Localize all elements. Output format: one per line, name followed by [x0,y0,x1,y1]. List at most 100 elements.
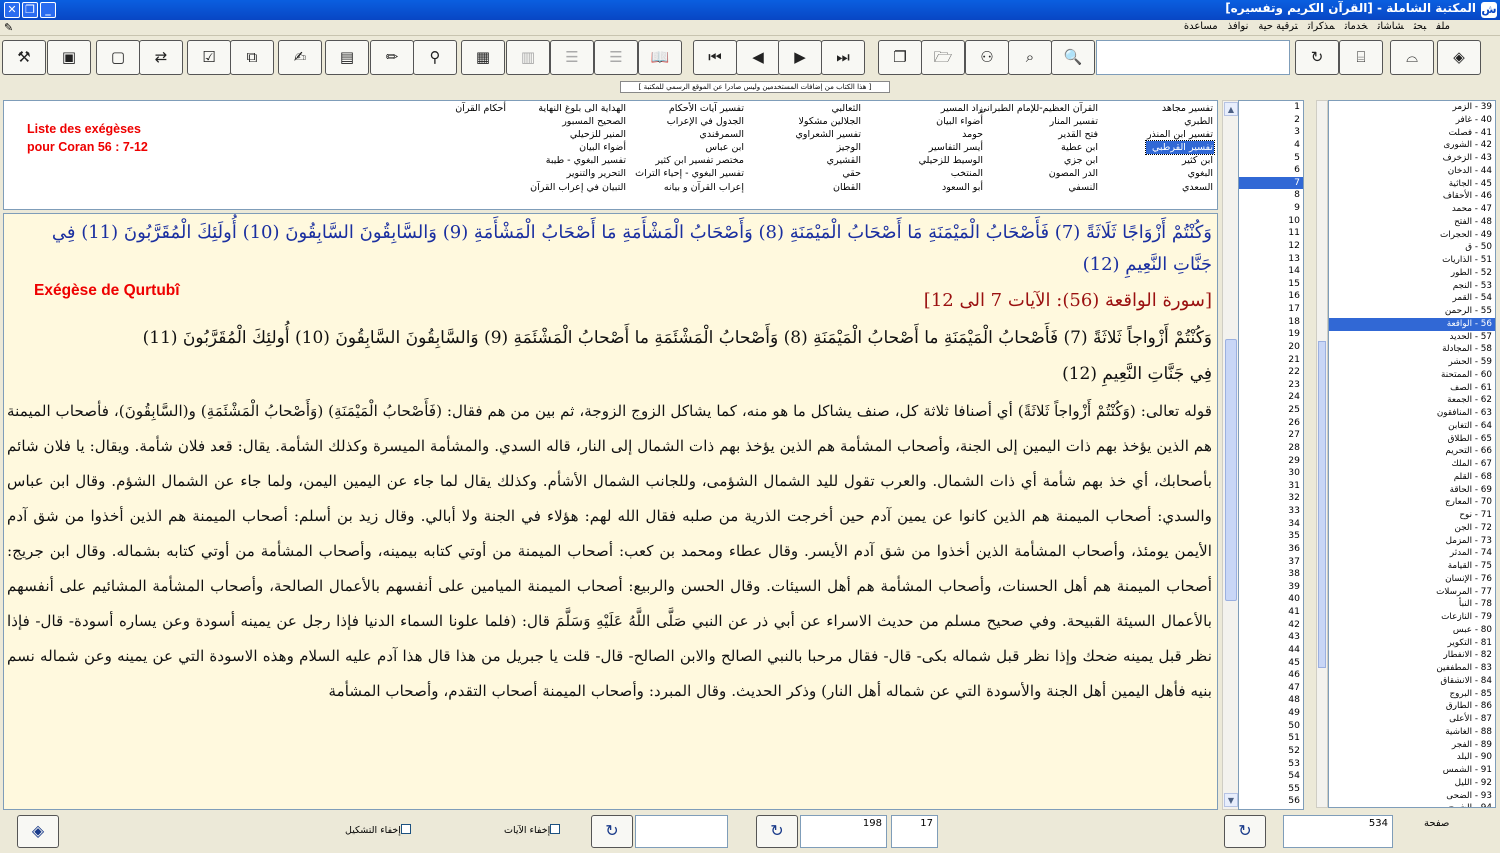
page-item[interactable]: 52 [1239,745,1303,758]
tools-icon[interactable]: ⚒ [2,40,46,75]
scroll-down-icon[interactable]: ▼ [1224,793,1238,807]
tafsir-item[interactable]: المنير للزحيلي [529,128,627,141]
sura-item[interactable]: 84 - الانشقاق [1329,675,1495,688]
pencil-icon[interactable]: ✏ [370,40,414,75]
sura-item[interactable]: 82 - الانفطار [1329,649,1495,662]
sura-item[interactable]: 72 - الجن [1329,522,1495,535]
tafsir-item[interactable]: الهداية الى بلوغ النهاية [529,102,627,115]
page-item[interactable]: 18 [1239,316,1303,329]
tafsir-item[interactable]: أحكام القرآن [454,102,507,115]
tafsir-item[interactable]: تفسير البغوي - طيبة [529,154,627,167]
tafsir-item[interactable]: الوسيط للزحيلي [918,154,984,167]
tafsir-item[interactable]: مختصر تفسير ابن كثير [634,154,745,167]
tafsir-item[interactable]: تفسير ابن المنذر [1146,128,1214,141]
tafsir-item[interactable]: حومد [918,128,984,141]
sura-item[interactable]: 63 - المنافقون [1329,407,1495,420]
sura-item[interactable]: 69 - الحاقة [1329,484,1495,497]
sura-item[interactable]: 44 - الدخان [1329,165,1495,178]
sura-item[interactable]: 58 - المجادلة [1329,343,1495,356]
page-item[interactable]: 9 [1239,202,1303,215]
book-closed-icon[interactable]: ◈ [1437,40,1481,75]
tafsir-item[interactable]: تفسير البغوي - إحياء التراث [634,167,745,180]
page-item[interactable]: 24 [1239,391,1303,404]
tafsir-item[interactable]: أبو السعود [918,181,984,194]
menu-item[interactable]: نوافذ [1228,21,1249,32]
checkbox-box[interactable] [550,824,561,834]
sura-item[interactable]: 41 - فصلت [1329,127,1495,140]
sura-item[interactable]: 54 - القمر [1329,292,1495,305]
page-item[interactable]: 16 [1239,290,1303,303]
page-item[interactable]: 47 [1239,682,1303,695]
menu-item[interactable]: ترقية حية [1258,21,1297,32]
sura-item[interactable]: 42 - الشورى [1329,139,1495,152]
tafsir-item[interactable]: التبيان في إعراب القرآن [529,181,627,194]
search-go-icon[interactable]: ↻ [1295,40,1339,75]
document-edit-icon[interactable]: ✍ [278,40,322,75]
sura-item[interactable]: 78 - النبأ [1329,598,1495,611]
checkbox-box[interactable] [400,824,411,834]
tafsir-item[interactable]: إعراب القرآن و بيانه [634,181,745,194]
refresh-button[interactable]: ↻ [591,815,633,848]
sura-item[interactable]: 76 - الإنسان [1329,573,1495,586]
sura-item[interactable]: 49 - الحجرات [1329,229,1495,242]
sura-item[interactable]: 66 - التحريم [1329,445,1495,458]
new-page-icon[interactable]: ▢ [96,40,140,75]
page-item[interactable]: 4 [1239,139,1303,152]
copy-icon[interactable]: ⧉ [230,40,274,75]
page-item[interactable]: 33 [1239,505,1303,518]
binoculars-icon[interactable]: ⚇ [965,40,1009,75]
tafsir-item[interactable]: ابن جزي [978,154,1099,167]
page-item[interactable]: 15 [1239,278,1303,291]
sura-item[interactable]: 86 - الطارق [1329,700,1495,713]
goto-part-button[interactable]: ↻ [756,815,798,848]
toolbar-search-input[interactable] [1096,40,1290,75]
tafsir-item[interactable]: أضواء البيان [918,115,984,128]
page-item[interactable]: 2 [1239,114,1303,127]
tafsir-item[interactable]: تفسير الشعراوي [794,128,862,141]
book-search-icon[interactable]: ⌕ [1008,40,1052,75]
folder-open-icon[interactable]: 🗁 [921,40,965,75]
page-item[interactable]: 30 [1239,467,1303,480]
goto-page-button[interactable]: ↻ [1224,815,1266,848]
menu-item[interactable]: ملف [1436,21,1450,32]
sura-item[interactable]: 45 - الجاثية [1329,178,1495,191]
close-icon[interactable]: ✕ [4,2,20,18]
tafsir-item[interactable]: القرآن العظيم-للإمام الطبراني [978,102,1099,115]
page-item[interactable]: 45 [1239,657,1303,670]
page-item[interactable]: 10 [1239,215,1303,228]
sura-item[interactable]: 60 - الممتحنة [1329,369,1495,382]
page-item[interactable]: 11 [1239,227,1303,240]
sura-item[interactable]: 47 - محمد [1329,203,1495,216]
previous-page-icon[interactable]: ◀ [736,40,780,75]
suras-list[interactable]: 39 - الزمر 40 - غافر 41 - فصلت 42 - الشورى 4… [1328,100,1496,808]
page-item[interactable]: 51 [1239,732,1303,745]
tafsir-item[interactable]: القشيري [794,154,862,167]
sura-item[interactable]: 53 - النجم [1329,280,1495,293]
tafsir-item[interactable]: القطان [794,181,862,194]
tafsir-item[interactable]: ابن عطية [978,141,1099,154]
scroll-thumb[interactable] [1318,341,1326,668]
sura-item[interactable]: 93 - الضحى [1329,790,1495,803]
book-open-icon[interactable]: ⌓ [1390,40,1434,75]
pen-icon[interactable]: ✎ [4,21,13,34]
page-item[interactable]: 26 [1239,417,1303,430]
pages-list[interactable]: 1 2 3 4 5 6 7 8 9 10 11 12 13 14 15 16 17 18 19 20 21 22 23 24 2… [1238,100,1304,810]
sura-item[interactable]: 55 - الرحمن [1329,305,1495,318]
part-field[interactable]: 198 [800,815,887,848]
page-item[interactable]: 5 [1239,152,1303,165]
page-item[interactable]: 20 [1239,341,1303,354]
page-item[interactable]: 34 [1239,518,1303,531]
tafsir-item[interactable]: أضواء البيان [529,141,627,154]
sura-item[interactable]: 70 - المعارج [1329,496,1495,509]
page-item[interactable]: 6 [1239,164,1303,177]
page-item[interactable]: 42 [1239,619,1303,632]
sura-item[interactable]: 87 - الأعلى [1329,713,1495,726]
first-page-icon[interactable]: ⏮ [693,40,737,75]
sura-item[interactable]: 40 - غافر [1329,114,1495,127]
sura-item[interactable]: 43 - الزخرف [1329,152,1495,165]
hide-verses-checkbox[interactable]: إخفاء الآيات [504,824,563,836]
page-item[interactable]: 19 [1239,328,1303,341]
sura-item[interactable]: 83 - المطففين [1329,662,1495,675]
page-item[interactable]: 22 [1239,366,1303,379]
page-item[interactable]: 23 [1239,379,1303,392]
